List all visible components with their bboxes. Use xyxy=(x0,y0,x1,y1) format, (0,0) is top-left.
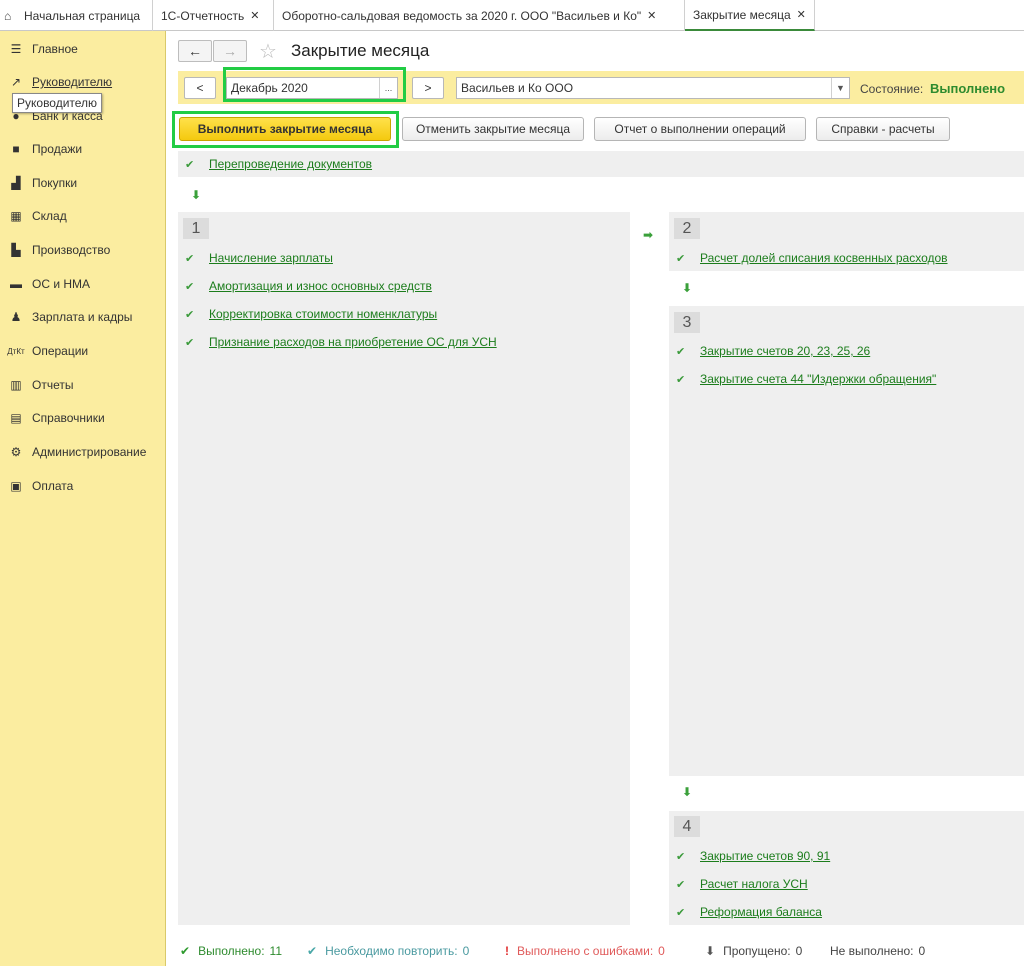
wallet-icon: ▣ xyxy=(10,479,22,493)
step-number: 4 xyxy=(674,816,700,837)
period-highlight xyxy=(223,67,406,102)
tab-label: Оборотно-сальдовая ведомость за 2020 г. … xyxy=(282,8,642,23)
person-icon: ♟ xyxy=(10,310,22,324)
trend-icon: ↗ xyxy=(10,75,22,89)
truck-icon: ▬ xyxy=(10,277,22,291)
chart-icon: ▥ xyxy=(10,378,22,392)
sidebar-item-admin[interactable]: ⚙ Администрирование xyxy=(0,441,147,463)
step-2-operation[interactable]: ✔ Расчет долей списания косвенных расходо… xyxy=(676,251,948,265)
tooltip: Руководителю xyxy=(12,93,103,113)
books-icon: ▤ xyxy=(10,411,22,425)
check-icon: ✔ xyxy=(185,308,195,321)
sidebar-item-main[interactable]: ☰ Главное xyxy=(0,38,78,60)
check-icon: ✔ xyxy=(676,252,686,265)
status-repeat: ✔ Необходимо повторить: 0 xyxy=(307,944,470,958)
state-label: Состояние: xyxy=(860,82,924,96)
step-number: 2 xyxy=(674,218,700,239)
check-icon: ✔ xyxy=(307,944,318,958)
close-icon[interactable]: ✕ xyxy=(797,8,806,21)
state-value: Выполнено xyxy=(930,81,1006,96)
check-icon: ✔ xyxy=(185,252,195,265)
check-icon: ✔ xyxy=(185,336,195,349)
sidebar-item-assets[interactable]: ▬ ОС и НМА xyxy=(0,273,90,295)
step-3-operation[interactable]: ✔ Закрытие счета 44 "Издержки обращения" xyxy=(676,372,936,386)
tab-bar: ⌂ Начальная страница 1С-Отчетность ✕ Обо… xyxy=(0,0,1024,31)
step-1-operation[interactable]: ✔ Начисление зарплаты xyxy=(185,251,333,265)
check-icon: ✔ xyxy=(180,944,191,958)
prev-period-button[interactable]: < xyxy=(184,77,216,99)
status-errors: ! Выполнено с ошибками: 0 xyxy=(505,944,665,958)
check-icon: ✔ xyxy=(676,906,686,919)
tab-month-closing[interactable]: Закрытие месяца ✕ xyxy=(685,0,815,31)
check-icon: ✔ xyxy=(676,878,686,891)
step-1-operation[interactable]: ✔ Признание расходов на приобретение ОС д… xyxy=(185,335,497,349)
check-icon: ✔ xyxy=(676,345,686,358)
sidebar-item-payment[interactable]: ▣ Оплата xyxy=(0,475,73,497)
sidebar-item-operations[interactable]: ДтКт Операции xyxy=(0,340,88,362)
tab-label: Начальная страница xyxy=(24,8,141,23)
check-icon: ✔ xyxy=(185,280,195,293)
status-skipped: ⬇ Пропущено: 0 xyxy=(705,944,803,958)
cart-icon: ▟ xyxy=(11,176,21,190)
bag-icon: ■ xyxy=(12,142,20,156)
arrow-down-icon: ⬇ xyxy=(682,785,693,799)
check-icon: ✔ xyxy=(676,850,686,863)
sidebar-item-catalogs[interactable]: ▤ Справочники xyxy=(0,407,104,429)
organization-field[interactable]: Васильев и Ко ООО ▼ xyxy=(456,77,850,99)
step-number: 3 xyxy=(674,312,700,333)
home-icon: ⌂ xyxy=(4,8,12,23)
sidebar: ☰ Главное ↗ Руководителю ● Банк и касса ■ Пр… xyxy=(0,31,166,966)
page-title: Закрытие месяца xyxy=(291,41,430,60)
check-icon: ✔ xyxy=(185,158,195,171)
sidebar-item-reports[interactable]: ▥ Отчеты xyxy=(0,374,73,396)
tab-home[interactable]: ⌂ Начальная страница xyxy=(0,0,153,31)
arrow-down-icon: ⬇ xyxy=(705,944,716,958)
chevron-down-icon[interactable]: ▼ xyxy=(831,78,849,98)
step-3-operation[interactable]: ✔ Закрытие счетов 20, 23, 25, 26 xyxy=(676,344,870,358)
exclamation-icon: ! xyxy=(505,944,509,958)
next-period-button[interactable]: > xyxy=(412,77,444,99)
step-1-operation[interactable]: ✔ Корректировка стоимости номенклатуры xyxy=(185,307,437,321)
tab-label: 1С-Отчетность xyxy=(161,8,245,23)
sidebar-item-payroll[interactable]: ♟ Зарплата и кадры xyxy=(0,306,133,328)
sidebar-item-sales[interactable]: ■ Продажи xyxy=(0,138,82,160)
close-icon[interactable]: ✕ xyxy=(250,9,259,22)
sidebar-item-manager[interactable]: ↗ Руководителю xyxy=(0,71,112,93)
check-icon: ✔ xyxy=(676,373,686,386)
sidebar-item-purchases[interactable]: ▟ Покупки xyxy=(0,172,77,194)
arrow-down-icon: ⬇ xyxy=(191,188,202,202)
favorite-star-icon[interactable]: ☆ xyxy=(259,39,277,64)
cancel-closing-button[interactable]: Отменить закрытие месяца xyxy=(402,117,584,141)
step-1-operation[interactable]: ✔ Амортизация и износ основных средств xyxy=(185,279,432,293)
arrow-right-icon: → xyxy=(223,43,237,59)
back-button[interactable]: ← xyxy=(178,40,212,62)
close-icon[interactable]: ✕ xyxy=(647,9,656,22)
factory-icon: ▙ xyxy=(11,243,21,257)
sidebar-item-warehouse[interactable]: ▦ Склад xyxy=(0,205,66,227)
arrow-down-icon: ⬇ xyxy=(682,281,693,295)
step-4-operation[interactable]: ✔ Расчет налога УСН xyxy=(676,877,808,891)
sidebar-item-production[interactable]: ▙ Производство xyxy=(0,239,110,261)
warehouse-icon: ▦ xyxy=(10,209,22,223)
pre-step-operation[interactable]: ✔ Перепроведение документов xyxy=(185,157,372,171)
reference-calculations-button[interactable]: Справки - расчеты xyxy=(816,117,950,141)
tab-balance-sheet[interactable]: Оборотно-сальдовая ведомость за 2020 г. … xyxy=(274,0,685,31)
dtkt-icon: ДтКт xyxy=(7,346,25,356)
main-content: ← → ☆ Закрытие месяца < Декабрь 2020 ...… xyxy=(167,31,1024,966)
gear-icon: ⚙ xyxy=(10,445,22,459)
run-button-highlight xyxy=(172,111,399,148)
menu-icon: ☰ xyxy=(10,42,22,56)
step-number: 1 xyxy=(183,218,209,239)
operations-report-button[interactable]: Отчет о выполнении операций xyxy=(594,117,806,141)
status-done: ✔ Выполнено: 11 xyxy=(180,944,283,958)
tab-label: Закрытие месяца xyxy=(693,7,791,22)
step-4-operation[interactable]: ✔ Реформация баланса xyxy=(676,905,822,919)
forward-button[interactable]: → xyxy=(213,40,247,62)
tab-1c-reporting[interactable]: 1С-Отчетность ✕ xyxy=(153,0,274,31)
status-not-done: Не выполнено: 0 xyxy=(830,944,926,958)
arrow-left-icon: ← xyxy=(188,43,202,59)
step-4-operation[interactable]: ✔ Закрытие счетов 90, 91 xyxy=(676,849,830,863)
arrow-right-icon: ➡ xyxy=(643,228,654,242)
organization-value: Васильев и Ко ООО xyxy=(461,81,574,95)
